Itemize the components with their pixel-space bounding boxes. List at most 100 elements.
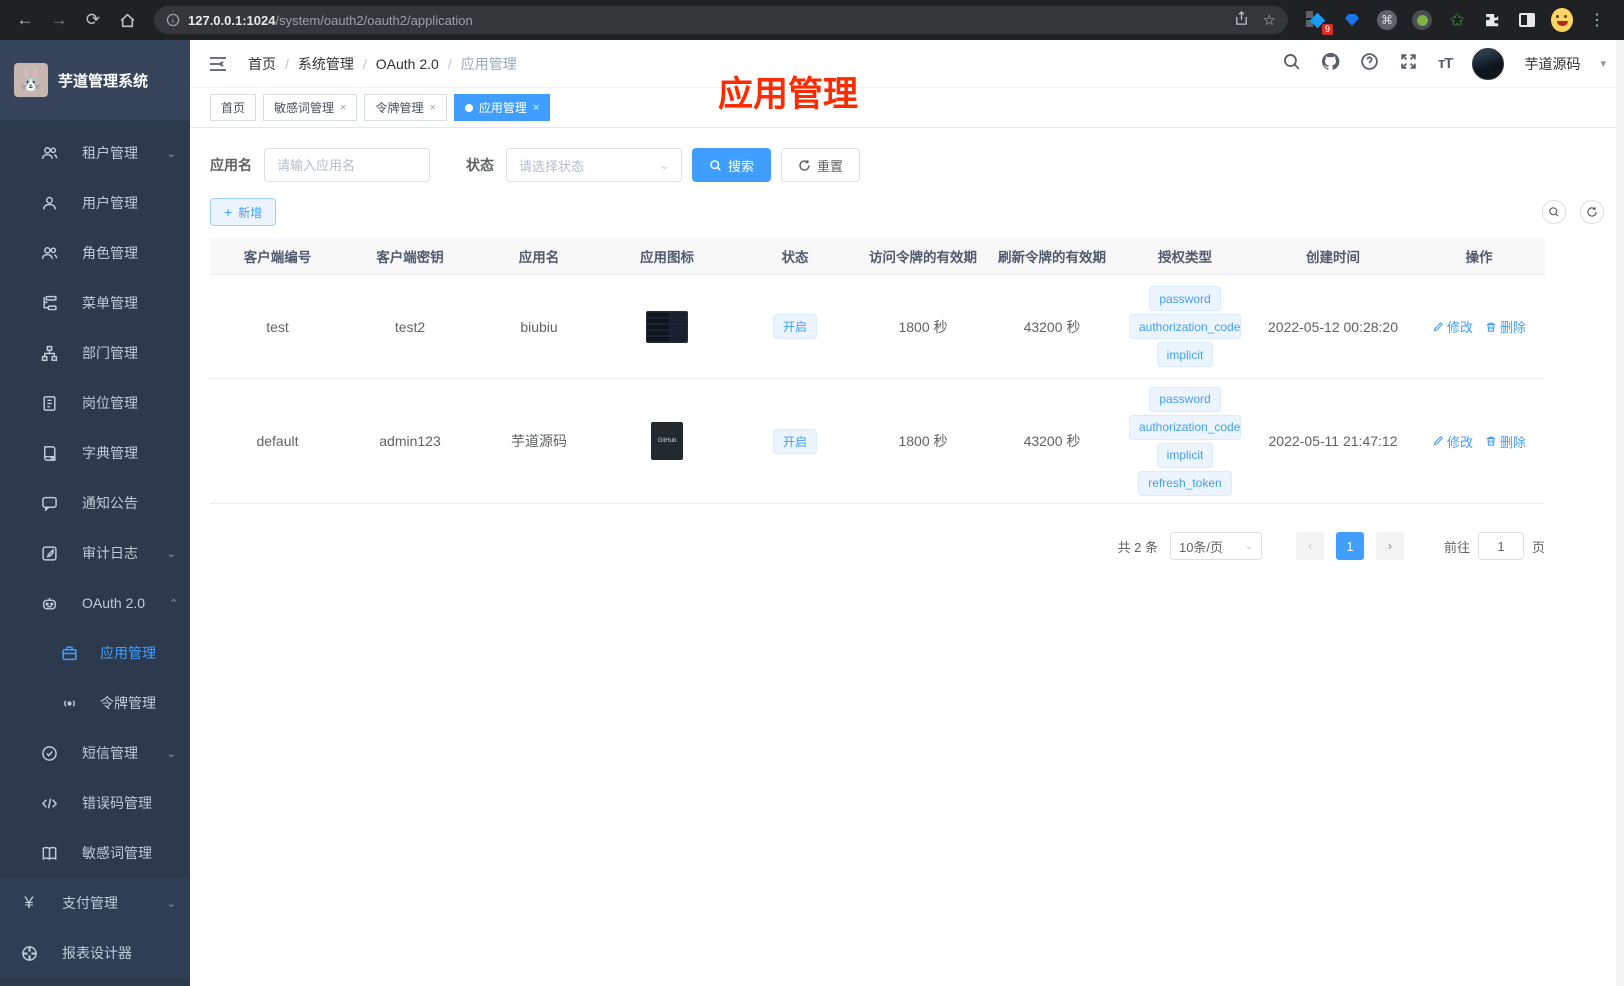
site-info-icon[interactable] — [166, 13, 180, 27]
extensions-puzzle-icon[interactable] — [1481, 9, 1503, 31]
tab-token-mgmt[interactable]: 令牌管理 × — [364, 94, 447, 121]
sidebar-item-sms[interactable]: 短信管理 ⌄ — [0, 728, 190, 778]
font-size-icon[interactable]: тT — [1438, 55, 1453, 72]
sidebar-item-dict[interactable]: 字典管理 — [0, 428, 190, 478]
breadcrumb: 首页 / 系统管理 / OAuth 2.0 / 应用管理 — [248, 54, 517, 74]
breadcrumb-oauth[interactable]: OAuth 2.0 — [376, 56, 439, 72]
plus-icon: + — [224, 204, 233, 220]
browser-profile-avatar[interactable] — [1551, 8, 1573, 32]
browser-reload-button[interactable]: ⟳ — [78, 5, 108, 35]
tags-view-bar: 首页 敏感词管理 × 令牌管理 × 应用管理 × — [190, 88, 1624, 128]
edit-button[interactable]: 修改 — [1432, 432, 1473, 451]
sidebar-item-sensitive-word[interactable]: 敏感词管理 — [0, 828, 190, 878]
chevron-down-icon: ⌄ — [166, 547, 176, 560]
app-name-input[interactable] — [264, 148, 430, 182]
sidebar-item-oauth-application[interactable]: 应用管理 — [0, 628, 190, 678]
sidebar-item-menu-mgmt[interactable]: 菜单管理 — [0, 278, 190, 328]
recorder-extension-icon[interactable] — [1411, 9, 1433, 31]
browser-address-bar[interactable]: 127.0.0.1:1024/system/oauth2/oauth2/appl… — [154, 6, 1288, 34]
edit-icon — [1433, 321, 1443, 331]
extension-icon[interactable]: 9 — [1306, 9, 1333, 35]
app-logo: 🐰 — [14, 63, 48, 97]
github-icon[interactable] — [1321, 52, 1340, 76]
sidebar-item-oauth[interactable]: OAuth 2.0 ⌃ — [0, 578, 190, 628]
gem-extension-icon[interactable] — [1341, 9, 1363, 31]
sidebar-item-tenant[interactable]: 租户管理 ⌄ — [0, 128, 190, 178]
delete-button[interactable]: 删除 — [1485, 432, 1526, 451]
chevron-down-icon: ⌄ — [166, 897, 176, 910]
app-title: 芋道管理系统 — [58, 72, 149, 90]
sidebar-item-user[interactable]: 用户管理 — [0, 178, 190, 228]
star-extension-icon[interactable]: ✩ — [1446, 9, 1468, 31]
browser-back-button[interactable]: ← — [10, 5, 40, 35]
chevron-down-icon: ⌄ — [166, 147, 176, 160]
edit-button[interactable]: 修改 — [1432, 317, 1473, 336]
tab-application-mgmt[interactable]: 应用管理 × — [453, 94, 551, 121]
command-extension-icon[interactable]: ⌘ — [1376, 9, 1398, 31]
close-icon[interactable]: × — [533, 102, 539, 114]
sidebar: 🐰 芋道管理系统 租户管理 ⌄ 用户管理 角色管理 菜单管理 部门管理 岗位管理… — [0, 40, 190, 986]
share-icon[interactable] — [1234, 11, 1249, 26]
refresh-icon — [799, 159, 810, 171]
browser-extensions: 9 ⌘ ✩ ⋮ — [1300, 8, 1614, 35]
sidebar-item-oauth-token[interactable]: 令牌管理 — [0, 678, 190, 728]
goto-page-input[interactable] — [1477, 532, 1524, 560]
edit-icon — [1433, 436, 1443, 446]
help-icon[interactable] — [1360, 52, 1379, 76]
table-row: default admin123 芋道源码 GitHub 开启 1800 秒 4… — [210, 379, 1545, 504]
user-icon — [40, 194, 58, 212]
page-unit-label: 页 — [1531, 539, 1545, 555]
add-button[interactable]: + 新增 — [210, 198, 277, 226]
page-size-select[interactable]: 10条/页 ⌄ — [1169, 532, 1262, 560]
shield-check-icon — [40, 744, 58, 762]
sidebar-item-notice[interactable]: 通知公告 — [0, 478, 190, 528]
browser-menu-icon[interactable]: ⋮ — [1586, 9, 1608, 31]
org-chart-icon — [40, 344, 58, 362]
close-icon[interactable]: × — [340, 102, 346, 114]
page-number-button[interactable]: 1 — [1335, 532, 1364, 560]
next-page-button[interactable]: › — [1375, 532, 1404, 560]
yen-icon: ¥ — [24, 893, 34, 912]
search-icon[interactable] — [1282, 52, 1301, 76]
breadcrumb-home[interactable]: 首页 — [248, 54, 276, 74]
sidebar-item-errcode[interactable]: 错误码管理 — [0, 778, 190, 828]
page-scrollbar[interactable] — [1616, 40, 1624, 986]
sidebar-collapse-icon[interactable] — [208, 53, 230, 75]
goto-label: 前往 — [1443, 539, 1470, 555]
sidebar-item-report-designer[interactable]: 报表设计器 — [0, 928, 190, 978]
reset-button[interactable]: 重置 — [781, 148, 861, 182]
sidebar-item-role[interactable]: 角色管理 — [0, 228, 190, 278]
status-select[interactable]: 请选择状态 ⌄ — [506, 148, 682, 182]
sidebar-item-post[interactable]: 岗位管理 — [0, 378, 190, 428]
breadcrumb-system[interactable]: 系统管理 — [298, 54, 354, 74]
close-icon[interactable]: × — [429, 102, 435, 114]
sidebar-logo-row[interactable]: 🐰 芋道管理系统 — [0, 40, 190, 120]
sidebar-item-pay[interactable]: ¥ 支付管理 ⌄ — [0, 878, 190, 928]
refresh-table-button[interactable] — [1580, 200, 1604, 224]
browser-forward-button[interactable]: → — [44, 5, 74, 35]
tab-sensitive-word[interactable]: 敏感词管理 × — [263, 94, 358, 121]
browser-toolbar: ← → ⟳ 127.0.0.1:1024/system/oauth2/oauth… — [0, 0, 1624, 40]
applications-table: 客户端编号 客户端密钥 应用名 应用图标 状态 访问令牌的有效期 刷新令牌的有效… — [210, 238, 1545, 504]
show-search-toggle-button[interactable] — [1542, 200, 1566, 224]
active-dot — [464, 103, 473, 112]
table-toolbar: + 新增 — [210, 198, 1604, 226]
fullscreen-icon[interactable] — [1399, 52, 1418, 76]
browser-home-button[interactable] — [112, 5, 142, 35]
message-icon — [40, 494, 58, 512]
prev-page-button[interactable]: ‹ — [1295, 532, 1324, 560]
side-panel-icon[interactable] — [1516, 9, 1538, 31]
extension-badge: 9 — [1321, 24, 1333, 35]
search-button[interactable]: 搜索 — [692, 148, 772, 182]
tab-home[interactable]: 首页 — [210, 94, 257, 121]
delete-button[interactable]: 删除 — [1485, 317, 1526, 336]
sidebar-item-dept[interactable]: 部门管理 — [0, 328, 190, 378]
user-menu-caret-icon[interactable]: ▾ — [1600, 57, 1606, 70]
app-icon-thumbnail: GitHub — [651, 422, 683, 460]
chevron-down-icon: ⌄ — [1244, 540, 1253, 552]
token-signal-icon — [60, 694, 78, 712]
sidebar-item-audit-log[interactable]: 审计日志 ⌄ — [0, 528, 190, 578]
bookmark-star-icon[interactable]: ☆ — [1263, 11, 1276, 29]
chevron-down-icon: ⌄ — [659, 159, 669, 172]
user-avatar[interactable] — [1472, 47, 1505, 80]
